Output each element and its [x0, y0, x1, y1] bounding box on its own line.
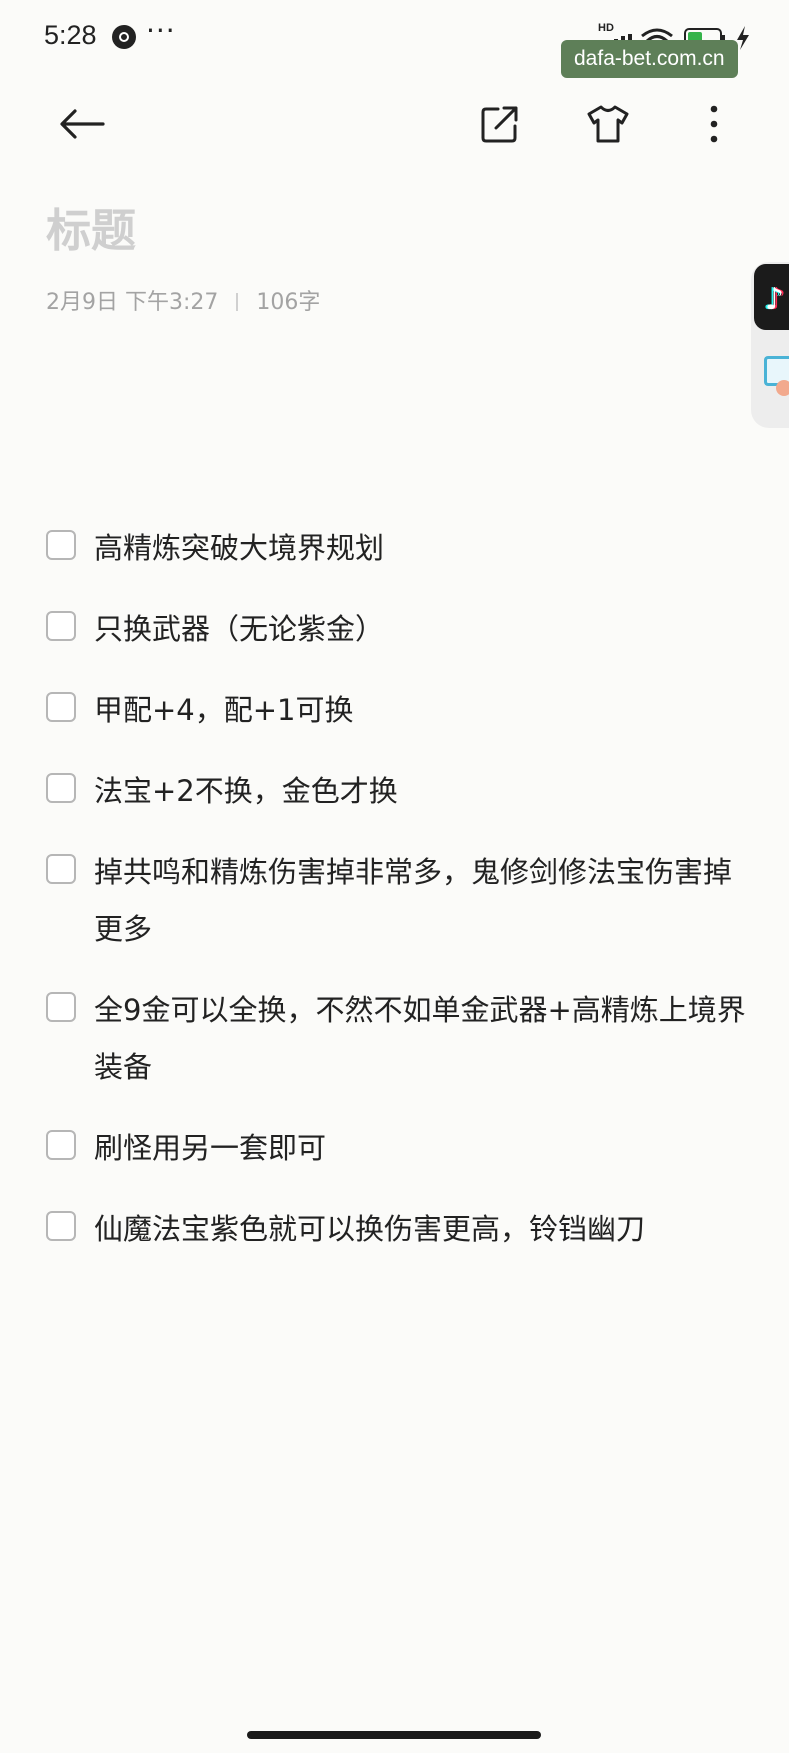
checklist-item: 掉共鸣和精炼伤害掉非常多，鬼修剑修法宝伤害掉更多	[46, 844, 746, 958]
more-vertical-icon	[710, 105, 718, 143]
shirt-theme-icon	[587, 105, 629, 143]
tiktok-icon[interactable]: ♪	[754, 264, 789, 330]
hd-badge: HD	[598, 22, 614, 34]
status-bar: 5:28 ··· HD dafa-bet.com.cn	[0, 0, 789, 78]
checklist-item-text[interactable]: 全9金可以全换，不然不如单金武器+高精炼上境界装备	[94, 982, 746, 1096]
watermark-label: dafa-bet.com.cn	[561, 40, 738, 78]
home-indicator[interactable]	[247, 1731, 541, 1739]
checklist-item: 刷怪用另一套即可	[46, 1120, 746, 1177]
checklist-item-text[interactable]: 高精炼突破大境界规划	[94, 520, 746, 577]
checklist-item: 法宝+2不换，金色才换	[46, 763, 746, 820]
checkbox[interactable]	[46, 530, 76, 560]
checklist: 高精炼突破大境界规划 只换武器（无论紫金） 甲配+4，配+1可换 法宝+2不换，…	[46, 520, 746, 1282]
checklist-item: 甲配+4，配+1可换	[46, 682, 746, 739]
checkbox[interactable]	[46, 1130, 76, 1160]
note-toolbar	[0, 82, 789, 164]
checklist-item-text[interactable]: 刷怪用另一套即可	[94, 1120, 746, 1177]
note-meta: 2月9日 下午3:27 106字	[46, 284, 320, 316]
word-count: 106字	[256, 290, 321, 315]
checkbox[interactable]	[46, 773, 76, 803]
app-icon-badge	[776, 380, 789, 396]
checklist-item: 高精炼突破大境界规划	[46, 520, 746, 577]
checklist-item: 仙魔法宝紫色就可以换伤害更高，铃铛幽刀	[46, 1201, 746, 1258]
checkbox[interactable]	[46, 1211, 76, 1241]
checkbox[interactable]	[46, 611, 76, 641]
checklist-item-text[interactable]: 法宝+2不换，金色才换	[94, 763, 746, 820]
share-button[interactable]	[472, 96, 528, 152]
status-time: 5:28	[44, 20, 97, 50]
clock-icon	[112, 25, 136, 49]
checkbox[interactable]	[46, 692, 76, 722]
checklist-item: 全9金可以全换，不然不如单金武器+高精炼上境界装备	[46, 982, 746, 1096]
note-date: 2月9日 下午3:27	[46, 290, 219, 315]
back-button[interactable]	[54, 96, 110, 152]
checkbox[interactable]	[46, 854, 76, 884]
back-arrow-icon	[60, 109, 105, 139]
theme-button[interactable]	[580, 96, 636, 152]
checklist-item-text[interactable]: 只换武器（无论紫金）	[94, 601, 746, 658]
status-more-icon: ···	[146, 14, 176, 47]
more-options-button[interactable]	[686, 96, 742, 152]
meta-divider	[236, 293, 239, 311]
checklist-item-text[interactable]: 掉共鸣和精炼伤害掉非常多，鬼修剑修法宝伤害掉更多	[94, 844, 746, 958]
charging-icon	[737, 26, 749, 50]
checklist-item: 只换武器（无论紫金）	[46, 601, 746, 658]
checklist-item-text[interactable]: 甲配+4，配+1可换	[94, 682, 746, 739]
note-title-input[interactable]: 标题	[46, 194, 136, 259]
checklist-item-text[interactable]: 仙魔法宝紫色就可以换伤害更高，铃铛幽刀	[94, 1201, 746, 1258]
checkbox[interactable]	[46, 992, 76, 1022]
share-icon	[481, 106, 518, 143]
